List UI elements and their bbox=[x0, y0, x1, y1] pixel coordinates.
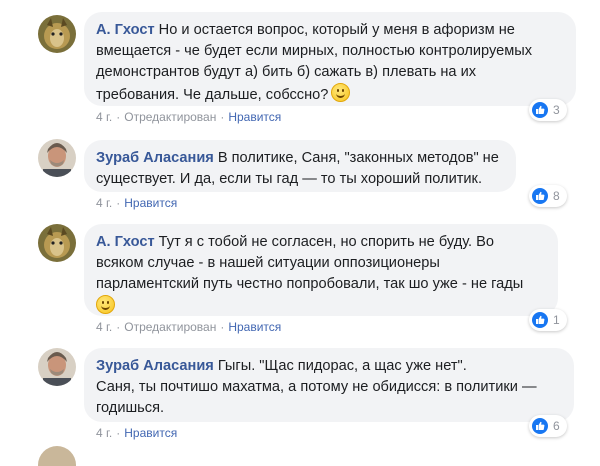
like-reaction-icon bbox=[532, 188, 548, 204]
reactions-number: 6 bbox=[553, 419, 560, 433]
comment-time[interactable]: 4 г. bbox=[96, 320, 112, 334]
avatar[interactable] bbox=[38, 348, 76, 386]
comment-bubble: Зураб Аласания В политике, Саня, "законны… bbox=[84, 140, 516, 192]
reactions-number: 3 bbox=[553, 103, 560, 117]
comment-time[interactable]: 4 г. bbox=[96, 196, 112, 210]
comment-meta: 4 г. · Отредактирован · Нравится bbox=[96, 320, 281, 334]
comment-text: Саня, ты почтишо махатма, а потому не об… bbox=[96, 379, 537, 395]
comment-author[interactable]: Зураб Аласания bbox=[96, 150, 214, 166]
comment-time[interactable]: 4 г. bbox=[96, 110, 112, 124]
avatar[interactable] bbox=[38, 139, 76, 177]
comment-text: вмещается - че будет если мирных, полнос… bbox=[96, 43, 533, 59]
like-link[interactable]: Нравится bbox=[228, 110, 281, 124]
comment-text: парламентский путь честно попробовали, т… bbox=[96, 276, 524, 292]
avatar[interactable] bbox=[38, 15, 76, 53]
reactions-count[interactable]: 8 bbox=[529, 185, 567, 207]
smiley-emoji-icon bbox=[96, 295, 115, 314]
separator-dot: · bbox=[220, 320, 225, 334]
reactions-count[interactable]: 3 bbox=[529, 99, 567, 121]
reactions-count[interactable]: 1 bbox=[529, 309, 567, 331]
comment-text: всяком случае - в нашей ситуации оппозиц… bbox=[96, 255, 440, 271]
comment-bubble: А. Гхост Тут я с тобой не согласен, но сп… bbox=[84, 224, 558, 316]
separator-dot: · bbox=[116, 110, 121, 124]
edited-label[interactable]: Отредактирован bbox=[124, 320, 216, 334]
comment-text: Но и остается вопрос, который у меня в а… bbox=[158, 22, 515, 38]
comment-meta: 4 г. · Нравится bbox=[96, 426, 177, 440]
reactions-number: 1 bbox=[553, 313, 560, 327]
comment-bubble: Зураб Аласания Гыгы. "Щас пидорас, а щас … bbox=[84, 348, 574, 422]
avatar[interactable] bbox=[38, 446, 76, 466]
separator-dot: · bbox=[116, 320, 121, 334]
like-reaction-icon bbox=[532, 418, 548, 434]
comment-author[interactable]: А. Гхост bbox=[96, 234, 155, 250]
like-link[interactable]: Нравится bbox=[228, 320, 281, 334]
avatar[interactable] bbox=[38, 224, 76, 262]
comment-author[interactable]: А. Гхост bbox=[96, 22, 155, 38]
separator-dot: · bbox=[116, 196, 121, 210]
comment-author[interactable]: Зураб Аласания bbox=[96, 358, 214, 374]
reactions-count[interactable]: 6 bbox=[529, 415, 567, 437]
comment-text: Тут я с тобой не согласен, но спорить не… bbox=[158, 234, 494, 250]
separator-dot: · bbox=[220, 110, 225, 124]
comment-meta: 4 г. · Нравится bbox=[96, 196, 177, 210]
edited-label[interactable]: Отредактирован bbox=[124, 110, 216, 124]
comment-text: требования. Че дальше, собссно? bbox=[96, 87, 329, 103]
comment-text: существует. И да, если ты гад — то ты хо… bbox=[96, 171, 482, 187]
reactions-number: 8 bbox=[553, 189, 560, 203]
comment-meta: 4 г. · Отредактирован · Нравится bbox=[96, 110, 281, 124]
like-link[interactable]: Нравится bbox=[124, 196, 177, 210]
like-reaction-icon bbox=[532, 102, 548, 118]
smiley-emoji-icon bbox=[331, 83, 351, 102]
like-link[interactable]: Нравится bbox=[124, 426, 177, 440]
comment-text: демонстрантов будут а) бить б) сажать в)… bbox=[96, 64, 477, 80]
separator-dot: · bbox=[116, 426, 121, 440]
comment-time[interactable]: 4 г. bbox=[96, 426, 112, 440]
comment-text: В политике, Саня, "законных методов" не bbox=[217, 150, 499, 166]
comment-bubble: А. Гхост Но и остается вопрос, который у … bbox=[84, 12, 576, 106]
like-reaction-icon bbox=[532, 312, 548, 328]
comment-text: Гыгы. "Щас пидорас, а щас уже нет". bbox=[217, 358, 467, 374]
comment-text: годишься. bbox=[96, 400, 165, 416]
